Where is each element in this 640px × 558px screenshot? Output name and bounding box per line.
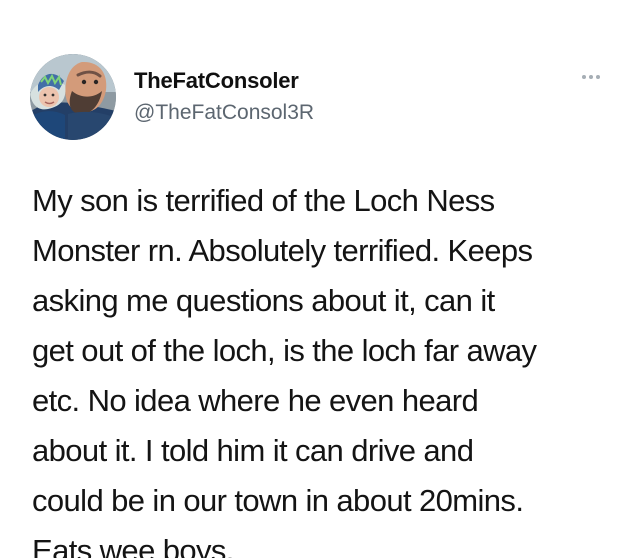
tweet-text-line: Monster rn. Absolutely terrified. Keeps: [32, 233, 533, 268]
user-handle[interactable]: @TheFatConsol3R: [134, 101, 314, 125]
tweet-text-line: get out of the loch, is the loch far awa…: [32, 333, 537, 368]
tweet-text-line: could be in our town in about 20mins.: [32, 483, 524, 518]
display-name[interactable]: TheFatConsoler: [134, 68, 299, 94]
tweet-text-line: Eats wee boys.: [32, 533, 234, 558]
tweet-text-line: etc. No idea where he even heard: [32, 383, 479, 418]
tweet-card: TheFatConsoler @TheFatConsol3R My son is…: [0, 0, 640, 558]
profile-avatar[interactable]: [30, 54, 116, 140]
tweet-text: My son is terrified of the Loch Ness Mon…: [32, 176, 622, 558]
tweet-text-line: about it. I told him it can drive and: [32, 433, 474, 468]
more-horizontal-icon: [582, 75, 600, 79]
profile-photo-icon: [30, 54, 116, 140]
more-options-button[interactable]: [580, 72, 602, 82]
tweet-text-line: My son is terrified of the Loch Ness: [32, 183, 495, 218]
tweet-text-line: asking me questions about it, can it: [32, 283, 495, 318]
